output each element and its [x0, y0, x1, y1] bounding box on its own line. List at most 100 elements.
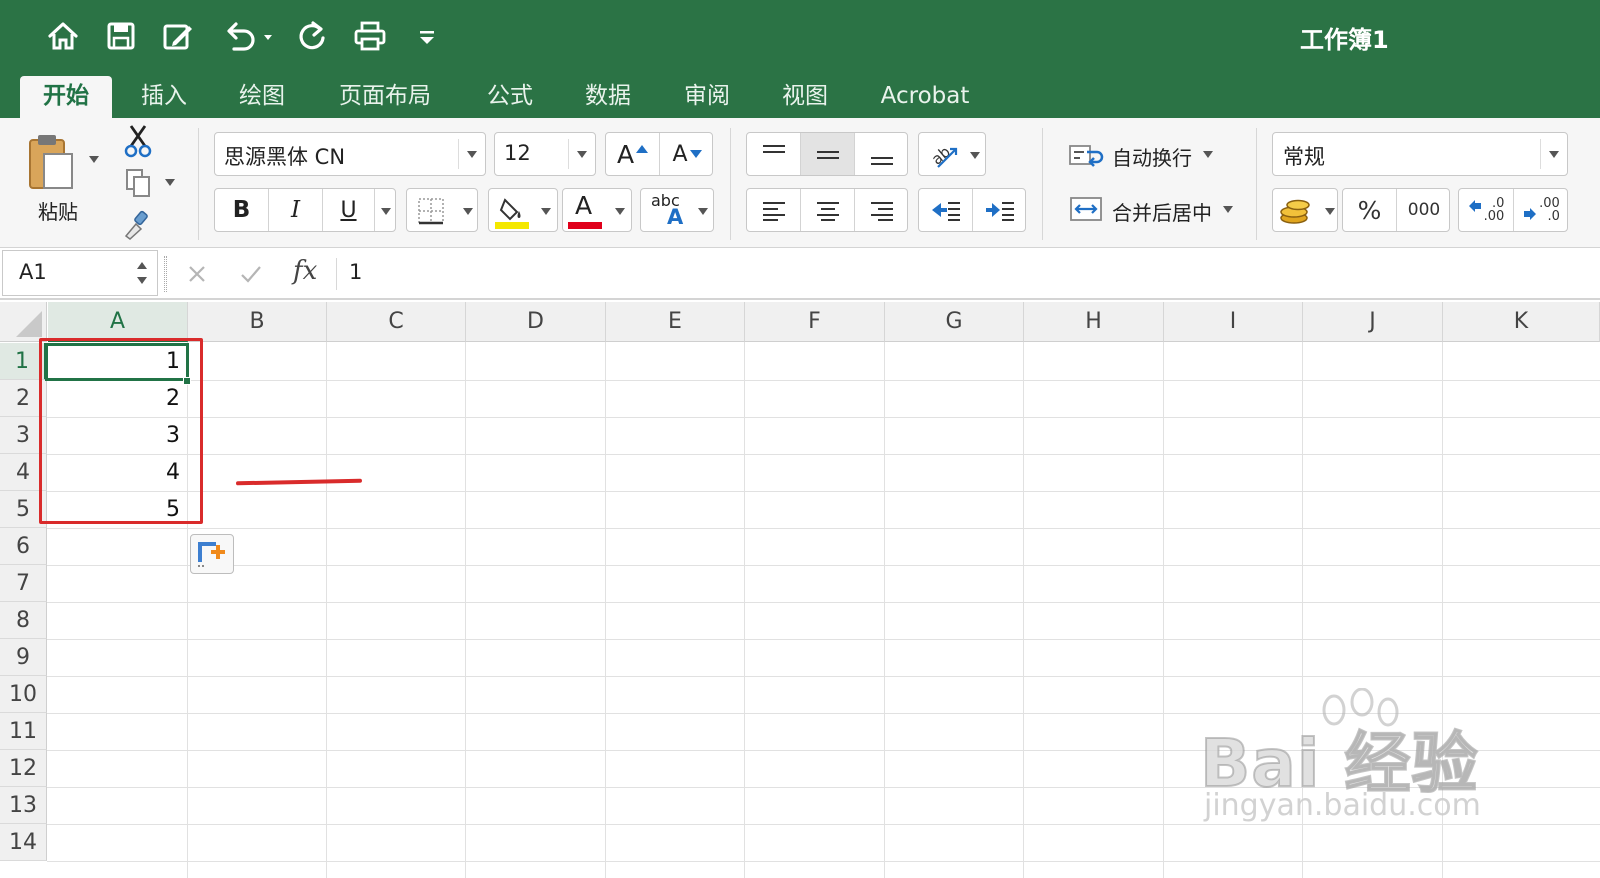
column-header-e[interactable]: E	[606, 302, 745, 342]
column-header-a[interactable]: A	[48, 302, 188, 342]
cancel-icon[interactable]	[180, 258, 214, 290]
row-header-9[interactable]: 9	[0, 639, 47, 676]
paste-icon[interactable]	[20, 126, 82, 198]
wrap-text-icon[interactable]	[1064, 136, 1108, 174]
accounting-format-button[interactable]	[1272, 188, 1338, 232]
tab-insert[interactable]: 插入	[126, 76, 202, 118]
bold-label: B	[232, 197, 251, 223]
font-color-button[interactable]: A	[562, 188, 632, 232]
row-header-8[interactable]: 8	[0, 602, 47, 639]
row-header-14[interactable]: 14	[0, 824, 47, 861]
row-header-12[interactable]: 12	[0, 750, 47, 787]
font-name-caret[interactable]	[467, 151, 477, 158]
select-all-corner[interactable]	[0, 302, 47, 342]
tab-formulas[interactable]: 公式	[472, 76, 548, 118]
formula-input[interactable]: 1	[349, 260, 362, 284]
copy-dropdown-caret[interactable]	[165, 179, 175, 186]
borders-caret[interactable]	[463, 208, 473, 215]
column-header-d[interactable]: D	[466, 302, 606, 342]
font-name-dropdown[interactable]: 思源黑体 CN	[214, 132, 486, 176]
confirm-check-icon[interactable]	[234, 258, 268, 290]
customize-toolbar-chevron-icon[interactable]	[412, 16, 442, 56]
merge-center-icon[interactable]	[1064, 190, 1108, 228]
name-box-stepper-icon[interactable]	[135, 258, 149, 288]
thousands-button[interactable]: 000	[1397, 189, 1451, 231]
font-color-caret[interactable]	[615, 208, 625, 215]
wrap-text-label[interactable]: 自动换行	[1112, 142, 1192, 171]
shrink-font-button[interactable]: A	[660, 133, 714, 175]
copy-icon[interactable]	[120, 164, 156, 202]
column-header-g[interactable]: G	[885, 302, 1024, 342]
accounting-caret[interactable]	[1325, 208, 1335, 215]
column-header-b[interactable]: B	[188, 302, 327, 342]
tab-draw[interactable]: 绘图	[224, 76, 300, 118]
row-header-7[interactable]: 7	[0, 565, 47, 602]
number-format-dropdown[interactable]: 常规	[1272, 132, 1568, 176]
percent-button[interactable]: %	[1343, 189, 1397, 231]
tab-view[interactable]: 视图	[767, 76, 843, 118]
merge-center-caret[interactable]	[1223, 206, 1233, 213]
font-size-dropdown[interactable]: 12	[494, 132, 596, 176]
italic-button[interactable]: I	[269, 189, 323, 231]
column-header-i[interactable]: I	[1164, 302, 1303, 342]
tab-review[interactable]: 审阅	[669, 76, 745, 118]
fill-color-button[interactable]	[488, 188, 558, 232]
underline-button[interactable]: U	[323, 189, 375, 231]
print-icon[interactable]	[348, 16, 392, 56]
orientation-caret[interactable]	[970, 152, 980, 159]
bold-button[interactable]: B	[215, 189, 269, 231]
format-painter-icon[interactable]	[120, 206, 156, 244]
underline-caret[interactable]	[381, 208, 391, 215]
tab-acrobat[interactable]: Acrobat	[866, 76, 984, 118]
column-header-k[interactable]: K	[1443, 302, 1600, 342]
edit-document-icon[interactable]	[156, 16, 200, 56]
save-icon[interactable]	[100, 16, 142, 56]
annotation-box	[39, 338, 203, 524]
merge-center-label[interactable]: 合并后居中	[1112, 197, 1212, 226]
home-icon[interactable]	[42, 16, 84, 56]
row-header-13[interactable]: 13	[0, 787, 47, 824]
paste-dropdown-caret[interactable]	[89, 156, 99, 163]
column-header-f[interactable]: F	[745, 302, 885, 342]
undo-icon[interactable]	[216, 16, 278, 56]
column-header-h[interactable]: H	[1024, 302, 1164, 342]
row-header-10[interactable]: 10	[0, 676, 47, 713]
decrease-indent-button[interactable]	[919, 189, 973, 231]
cut-icon[interactable]	[120, 122, 156, 160]
increase-decimal-button[interactable]: .0 .00	[1459, 189, 1514, 231]
align-bottom-button[interactable]	[855, 133, 909, 175]
orientation-button[interactable]: ab	[918, 132, 986, 176]
tab-home[interactable]: 开始	[20, 76, 112, 118]
increase-indent-button[interactable]	[973, 189, 1027, 231]
align-right-button[interactable]	[855, 189, 909, 231]
align-left-button[interactable]	[747, 189, 801, 231]
decrease-decimal-label: .00 .0	[1539, 196, 1560, 224]
wrap-text-caret[interactable]	[1203, 151, 1213, 158]
borders-button[interactable]	[406, 188, 478, 232]
font-size-value: 12	[504, 141, 531, 165]
formula-bar-grip[interactable]	[164, 256, 167, 292]
font-color-swatch	[568, 222, 602, 229]
row-header-11[interactable]: 11	[0, 713, 47, 750]
name-box[interactable]: A1	[2, 250, 158, 296]
phonetic-caret[interactable]	[698, 208, 708, 215]
column-header-c[interactable]: C	[327, 302, 466, 342]
align-center-button[interactable]	[801, 189, 855, 231]
align-center-icon	[816, 202, 839, 221]
font-size-caret[interactable]	[577, 151, 587, 158]
decrease-decimal-button[interactable]: .00 .0	[1514, 189, 1569, 231]
phonetic-guide-button[interactable]: abc A	[640, 188, 714, 232]
align-middle-button[interactable]	[801, 133, 855, 175]
grow-font-button[interactable]: A	[606, 133, 660, 175]
align-top-button[interactable]	[747, 133, 801, 175]
tab-page-layout[interactable]: 页面布局	[326, 76, 444, 118]
insert-function-button[interactable]: fx	[293, 256, 317, 286]
auto-fill-options-button[interactable]	[190, 534, 234, 574]
shrink-font-label: A	[672, 141, 688, 167]
fill-color-caret[interactable]	[541, 208, 551, 215]
column-header-j[interactable]: J	[1303, 302, 1443, 342]
number-format-caret[interactable]	[1549, 151, 1559, 158]
tab-data[interactable]: 数据	[570, 76, 646, 118]
row-header-6[interactable]: 6	[0, 528, 47, 565]
redo-icon[interactable]	[290, 16, 334, 56]
